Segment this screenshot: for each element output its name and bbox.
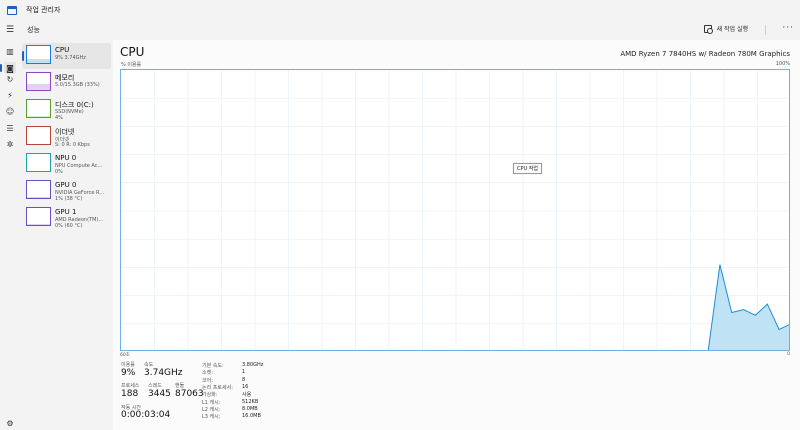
speed-value: 3.74GHz — [144, 368, 183, 378]
app-history-icon[interactable]: ↻ — [4, 73, 16, 85]
run-task-icon — [703, 24, 713, 34]
page-title: 성능 — [27, 26, 40, 34]
perf-item-name: CPU — [55, 46, 70, 54]
time-axis-label: 60초 — [120, 353, 130, 358]
max-percent-label: 100% — [775, 61, 790, 67]
cpu-usage-chart — [121, 70, 789, 350]
task-manager-icon — [7, 5, 17, 15]
perf-thumbnail — [26, 180, 51, 199]
perf-item-detail-2: 1% (38 °C) — [55, 196, 83, 202]
spec-key: 논리 프로세서: — [202, 384, 233, 391]
perf-item-mem[interactable]: 메모리 5.0/15.3GB (33%) — [22, 70, 111, 96]
perf-thumbnail-fill — [27, 58, 50, 63]
gear-icon[interactable]: ⚙ — [4, 417, 16, 429]
perf-item-detail-2: 0% — [55, 169, 63, 175]
perf-item-detail: 5.0/15.3GB (33%) — [55, 82, 100, 88]
spec-value: 16 — [242, 383, 249, 390]
spec-key: 코어: — [202, 377, 213, 384]
run-new-task-button[interactable]: 새 작업 실행 — [703, 24, 748, 34]
handles-value: 87063 — [175, 389, 204, 399]
cpu-usage-graph[interactable]: CPU 작업 — [120, 69, 790, 351]
perf-thumbnail — [26, 207, 51, 226]
perf-item-gpu[interactable]: GPU 0 NVIDIA GeForce R... 1% (38 °C) — [22, 178, 111, 204]
more-options-button[interactable]: ··· — [782, 23, 794, 33]
processes-value: 188 — [121, 389, 139, 399]
startup-apps-icon[interactable]: ⚡ — [4, 89, 16, 101]
hamburger-icon[interactable]: ☰ — [4, 24, 16, 36]
nav-rail: ▥ ◙ ↻ ⚡ ☺ ☰ ✲ — [0, 40, 20, 430]
spec-value: 16.0MB — [242, 413, 261, 420]
spec-value: 512KB — [242, 398, 259, 405]
perf-thumbnail-fill — [27, 115, 50, 117]
services-icon[interactable]: ✲ — [4, 138, 16, 150]
perf-item-gpu[interactable]: GPU 1 AMD Radeon(TM)... 0% (60 °C) — [22, 205, 111, 231]
utilization-label: 이용률 — [121, 362, 135, 368]
spec-value: 8.0MB — [242, 405, 258, 412]
perf-item-detail-2: S: 0 R: 0 Kbps — [55, 142, 90, 148]
spec-key: 가상화: — [202, 392, 218, 399]
processes-icon[interactable]: ▥ — [4, 45, 16, 57]
threads-value: 3445 — [148, 389, 171, 399]
spec-key: L2 캐시: — [202, 406, 221, 413]
utilization-value: 9% — [121, 368, 136, 378]
cpu-model-name: AMD Ryzen 7 7840HS w/ Radeon 780M Graphi… — [620, 50, 790, 58]
uptime-value: 0:00:03:04 — [121, 410, 171, 420]
perf-item-name: GPU 1 — [55, 208, 77, 216]
run-task-label: 새 작업 실행 — [716, 26, 748, 33]
threads-label: 스레드 — [148, 383, 162, 389]
perf-thumbnail — [26, 153, 51, 172]
perf-item-detail: 9% 3.74GHz — [55, 55, 86, 61]
spec-key: 소켓: — [202, 370, 213, 377]
perf-item-detail-2: 4% — [55, 115, 63, 121]
processes-label: 프로세스 — [121, 383, 140, 389]
cpu-heading: CPU — [120, 45, 145, 59]
zero-axis-label: 0 — [787, 352, 790, 357]
utilization-axis-label: % 이용률 — [121, 62, 142, 68]
perf-thumbnail — [26, 45, 51, 64]
perf-item-disk[interactable]: 디스크 0(C:) SSD(NVMe) 4% — [22, 97, 111, 123]
speed-label: 속도 — [144, 362, 154, 368]
perf-thumbnail — [26, 99, 51, 118]
spec-key: L1 캐시: — [202, 399, 221, 406]
perf-thumbnail — [26, 72, 51, 91]
perf-thumbnail-fill — [27, 223, 50, 225]
spec-key: L3 캐시: — [202, 414, 221, 421]
command-bar: ☰ 성능 새 작업 실행 ··· — [0, 20, 800, 40]
perf-item-npu[interactable]: NPU 0 NPU Compute Ac... 0% — [22, 151, 111, 177]
spec-value: 8 — [242, 376, 246, 383]
perf-item-name: GPU 0 — [55, 181, 77, 189]
spec-value: 1 — [242, 369, 246, 376]
window-title: 작업 관리자 — [26, 6, 61, 14]
cpu-detail-panel: CPU AMD Ryzen 7 7840HS w/ Radeon 780M Gr… — [113, 40, 800, 430]
spec-key: 기본 속도: — [202, 363, 224, 369]
handles-label: 핸들 — [175, 383, 185, 389]
details-icon[interactable]: ☰ — [4, 122, 16, 134]
graph-tooltip: CPU 작업 — [513, 163, 542, 174]
performance-list: CPU 9% 3.74GHz 메모리 5.0/15.3GB (33%) 디스크 0(C:… — [20, 40, 113, 430]
divider — [765, 25, 766, 35]
spec-value: 사용 — [242, 392, 252, 399]
perf-item-cpu[interactable]: CPU 9% 3.74GHz — [22, 43, 111, 69]
title-bar: 작업 관리자 — [0, 0, 800, 20]
perf-thumbnail-fill — [27, 84, 50, 90]
perf-thumbnail — [26, 126, 51, 145]
perf-item-detail-2: 0% (60 °C) — [55, 223, 83, 229]
perf-item-eth[interactable]: 이더넷 이더넷 S: 0 R: 0 Kbps — [22, 124, 111, 150]
perf-thumbnail-fill — [27, 196, 50, 198]
users-icon[interactable]: ☺ — [4, 105, 16, 117]
perf-item-name: NPU 0 — [55, 154, 77, 162]
spec-value: 3.80GHz — [242, 362, 264, 368]
